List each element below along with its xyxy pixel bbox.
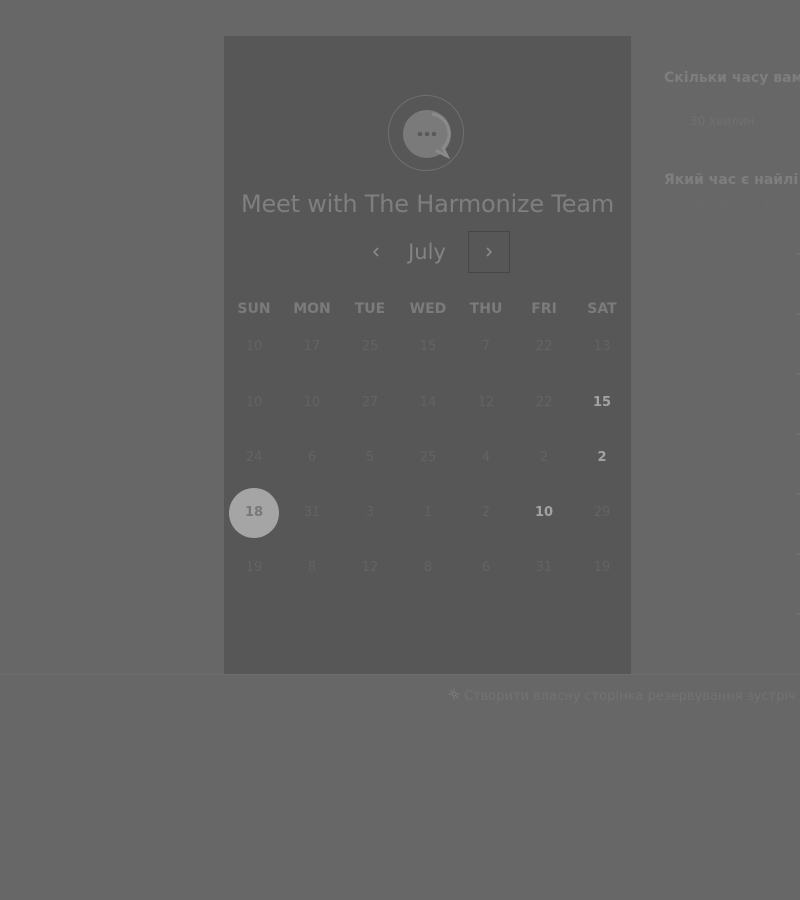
weekday-label: MON bbox=[293, 301, 331, 317]
create-booking-page-link[interactable]: Створити власну сторінка резервування зу… bbox=[448, 688, 796, 704]
weekday-label: WED bbox=[409, 301, 447, 317]
weekday-label: FRI bbox=[531, 301, 557, 317]
previous-month-button[interactable] bbox=[356, 232, 396, 272]
weekday-label: THU bbox=[469, 301, 503, 317]
page-title: Meet with The Harmonize Team bbox=[240, 190, 615, 218]
calendar-day: 25 bbox=[419, 450, 437, 465]
calendar-day: 1 bbox=[423, 505, 433, 520]
calendar-day: 27 bbox=[361, 395, 379, 410]
calendar-day: 25 bbox=[361, 339, 379, 354]
calendar-day: 8 bbox=[423, 560, 433, 575]
calendar-day: 19 bbox=[245, 560, 263, 575]
time-slot-edge[interactable] bbox=[796, 553, 800, 555]
calendar-day: 31 bbox=[535, 560, 553, 575]
weekday-label: TUE bbox=[354, 301, 386, 317]
weekday-label: SUN bbox=[237, 301, 271, 317]
chat-bubble-icon bbox=[403, 110, 451, 160]
calendar-day: 12 bbox=[361, 560, 379, 575]
time-slot-edge[interactable] bbox=[796, 493, 800, 495]
calendar-day: 8 bbox=[307, 560, 317, 575]
calendar-day: 29 bbox=[593, 505, 611, 520]
calendar-day-available[interactable]: 15 bbox=[577, 378, 627, 428]
duration-option[interactable]: 30 хвилин bbox=[690, 114, 754, 128]
duration-question: Скільки часу вам bbox=[664, 70, 800, 86]
calendar-day: 2 bbox=[539, 450, 549, 465]
time-slot-edge[interactable] bbox=[796, 313, 800, 315]
time-slot-edge[interactable] bbox=[796, 433, 800, 435]
calendar-day: 22 bbox=[535, 339, 553, 354]
next-month-button[interactable] bbox=[468, 231, 510, 273]
sprocket-icon bbox=[448, 688, 460, 704]
right-panel: Скільки часу вам 30 хвилин Який час є на… bbox=[664, 0, 800, 900]
calendar-day: 22 bbox=[535, 395, 553, 410]
calendar-day: 12 bbox=[477, 395, 495, 410]
calendar-day-available[interactable]: 2 bbox=[577, 433, 627, 483]
time-slot-edge[interactable] bbox=[796, 613, 800, 615]
calendar-day: 13 bbox=[593, 339, 611, 354]
time-slot-edge[interactable] bbox=[796, 253, 800, 255]
time-question: Який час є найлі bbox=[664, 172, 799, 188]
month-navigation: July bbox=[224, 230, 631, 274]
calendar-day: 10 bbox=[303, 395, 321, 410]
calendar-day: 19 bbox=[593, 560, 611, 575]
calendar-day: 4 bbox=[481, 450, 491, 465]
footer-link-text: Створити власну сторінка резервування зу… bbox=[464, 689, 796, 704]
weekday-label: SAT bbox=[587, 301, 617, 317]
calendar-day: 14 bbox=[419, 395, 437, 410]
chevron-left-icon bbox=[372, 247, 379, 257]
calendar-day: 6 bbox=[307, 450, 317, 465]
chevron-right-icon bbox=[486, 247, 493, 257]
calendar-day-selected[interactable]: 18 bbox=[229, 488, 279, 538]
avatar bbox=[388, 95, 464, 171]
calendar-day: 31 bbox=[303, 505, 321, 520]
calendar-day: 6 bbox=[481, 560, 491, 575]
calendar-day: 10 bbox=[245, 395, 263, 410]
calendar-day: 10 bbox=[245, 339, 263, 354]
month-label: July bbox=[408, 240, 446, 264]
calendar-day: 7 bbox=[481, 339, 491, 354]
calendar-day: 17 bbox=[303, 339, 321, 354]
calendar-day: 5 bbox=[365, 450, 375, 465]
calendar-day-available[interactable]: 10 bbox=[519, 488, 569, 538]
calendar-day: 15 bbox=[419, 339, 437, 354]
time-slot-edge[interactable] bbox=[796, 373, 800, 375]
calendar-day: 2 bbox=[481, 505, 491, 520]
calendar-day: 24 bbox=[245, 450, 263, 465]
calendar-day: 3 bbox=[365, 505, 375, 520]
timezone-select[interactable]: UTC Новий Східно bbox=[664, 198, 786, 213]
